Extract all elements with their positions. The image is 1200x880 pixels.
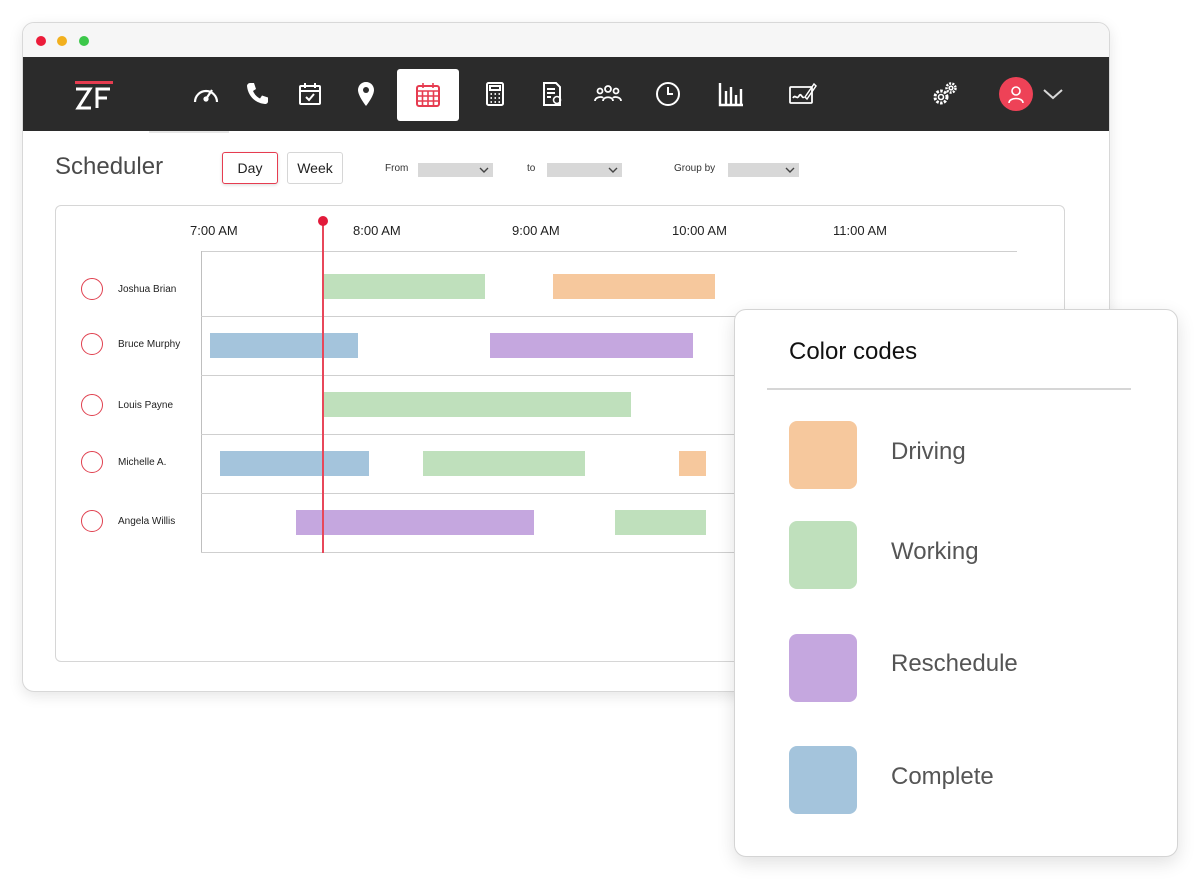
chevron-down-icon [479, 167, 489, 173]
window-maximize-button[interactable] [79, 36, 89, 46]
clock-icon[interactable] [637, 57, 699, 131]
schedule-bar-working[interactable] [323, 274, 485, 299]
zf-logo[interactable] [73, 81, 113, 111]
location-pin-icon[interactable] [335, 57, 397, 131]
color-codes-card: Color codes Driving Working Reschedule C… [734, 309, 1178, 857]
current-time-line [322, 223, 324, 553]
avatar [81, 394, 103, 416]
calendar-check-icon[interactable] [279, 57, 341, 131]
bar-chart-icon[interactable] [700, 57, 762, 131]
grid-line [201, 251, 202, 553]
schedule-bar-reschedule[interactable] [296, 510, 534, 535]
group-by-label: Group by [674, 163, 716, 174]
day-view-button[interactable]: Day [222, 152, 278, 184]
schedule-bar-complete[interactable] [209, 333, 359, 358]
chevron-down-icon [608, 167, 618, 173]
time-label: 8:00 AM [353, 223, 401, 238]
time-label: 11:00 AM [833, 223, 887, 238]
current-time-marker[interactable] [318, 216, 328, 226]
invoice-icon[interactable] [521, 57, 583, 131]
avatar [81, 333, 103, 355]
group-by-select[interactable] [728, 163, 799, 177]
resource-row-angela-willis[interactable]: Angela Willis [81, 509, 175, 533]
schedule-bar-complete[interactable] [220, 451, 369, 476]
avatar [81, 451, 103, 473]
legend-label-reschedule: Reschedule [891, 650, 1018, 677]
avatar [81, 510, 103, 532]
from-select[interactable] [418, 163, 493, 177]
schedule-bar-reschedule[interactable] [490, 333, 693, 358]
people-group-icon[interactable] [577, 57, 639, 131]
schedule-bar-working[interactable] [422, 451, 585, 476]
calendar-grid-icon[interactable] [397, 69, 459, 121]
schedule-bar-driving[interactable] [552, 274, 715, 299]
avatar [81, 278, 103, 300]
page-title: Scheduler [55, 153, 164, 180]
legend-label-driving: Driving [891, 438, 966, 465]
legend-swatch-driving [789, 421, 857, 489]
window-close-button[interactable] [36, 36, 46, 46]
resource-row-michelle-a[interactable]: Michelle A. [81, 450, 166, 474]
resource-row-louis-payne[interactable]: Louis Payne [81, 393, 173, 417]
legend-label-complete: Complete [891, 763, 994, 790]
from-label: From [385, 163, 409, 174]
resource-name: Joshua Brian [118, 283, 177, 295]
resource-name: Michelle A. [118, 456, 167, 468]
week-view-button[interactable]: Week [287, 152, 343, 184]
gears-icon[interactable] [915, 57, 975, 131]
schedule-bar-working[interactable] [614, 510, 707, 535]
user-avatar-icon[interactable] [999, 77, 1033, 111]
legend-title: Color codes [789, 338, 918, 365]
chevron-down-icon[interactable] [1041, 84, 1065, 104]
chevron-down-icon [785, 167, 795, 173]
time-label: 7:00 AM [190, 223, 238, 238]
legend-label-working: Working [891, 538, 979, 565]
legend-swatch-reschedule [789, 634, 857, 702]
contract-sign-icon[interactable] [771, 57, 833, 131]
to-select[interactable] [547, 163, 622, 177]
window-titlebar [23, 23, 1109, 57]
top-navbar [23, 57, 1109, 131]
time-label: 10:00 AM [672, 223, 727, 238]
resource-row-bruce-murphy[interactable]: Bruce Murphy [81, 332, 180, 356]
legend-swatch-complete [789, 746, 857, 814]
to-label: to [527, 163, 536, 174]
divider [767, 388, 1131, 390]
window-minimize-button[interactable] [57, 36, 67, 46]
schedule-bar-working[interactable] [323, 392, 631, 417]
resource-name: Louis Payne [118, 399, 174, 411]
legend-swatch-working [789, 521, 857, 589]
schedule-bar-driving[interactable] [679, 451, 707, 476]
nav-tab-hint [149, 131, 229, 133]
resource-name: Bruce Murphy [118, 338, 181, 350]
resource-row-joshua-brian[interactable]: Joshua Brian [81, 277, 176, 301]
time-label: 9:00 AM [512, 223, 560, 238]
calculator-icon[interactable] [464, 57, 526, 131]
resource-name: Angela Willis [118, 515, 176, 527]
